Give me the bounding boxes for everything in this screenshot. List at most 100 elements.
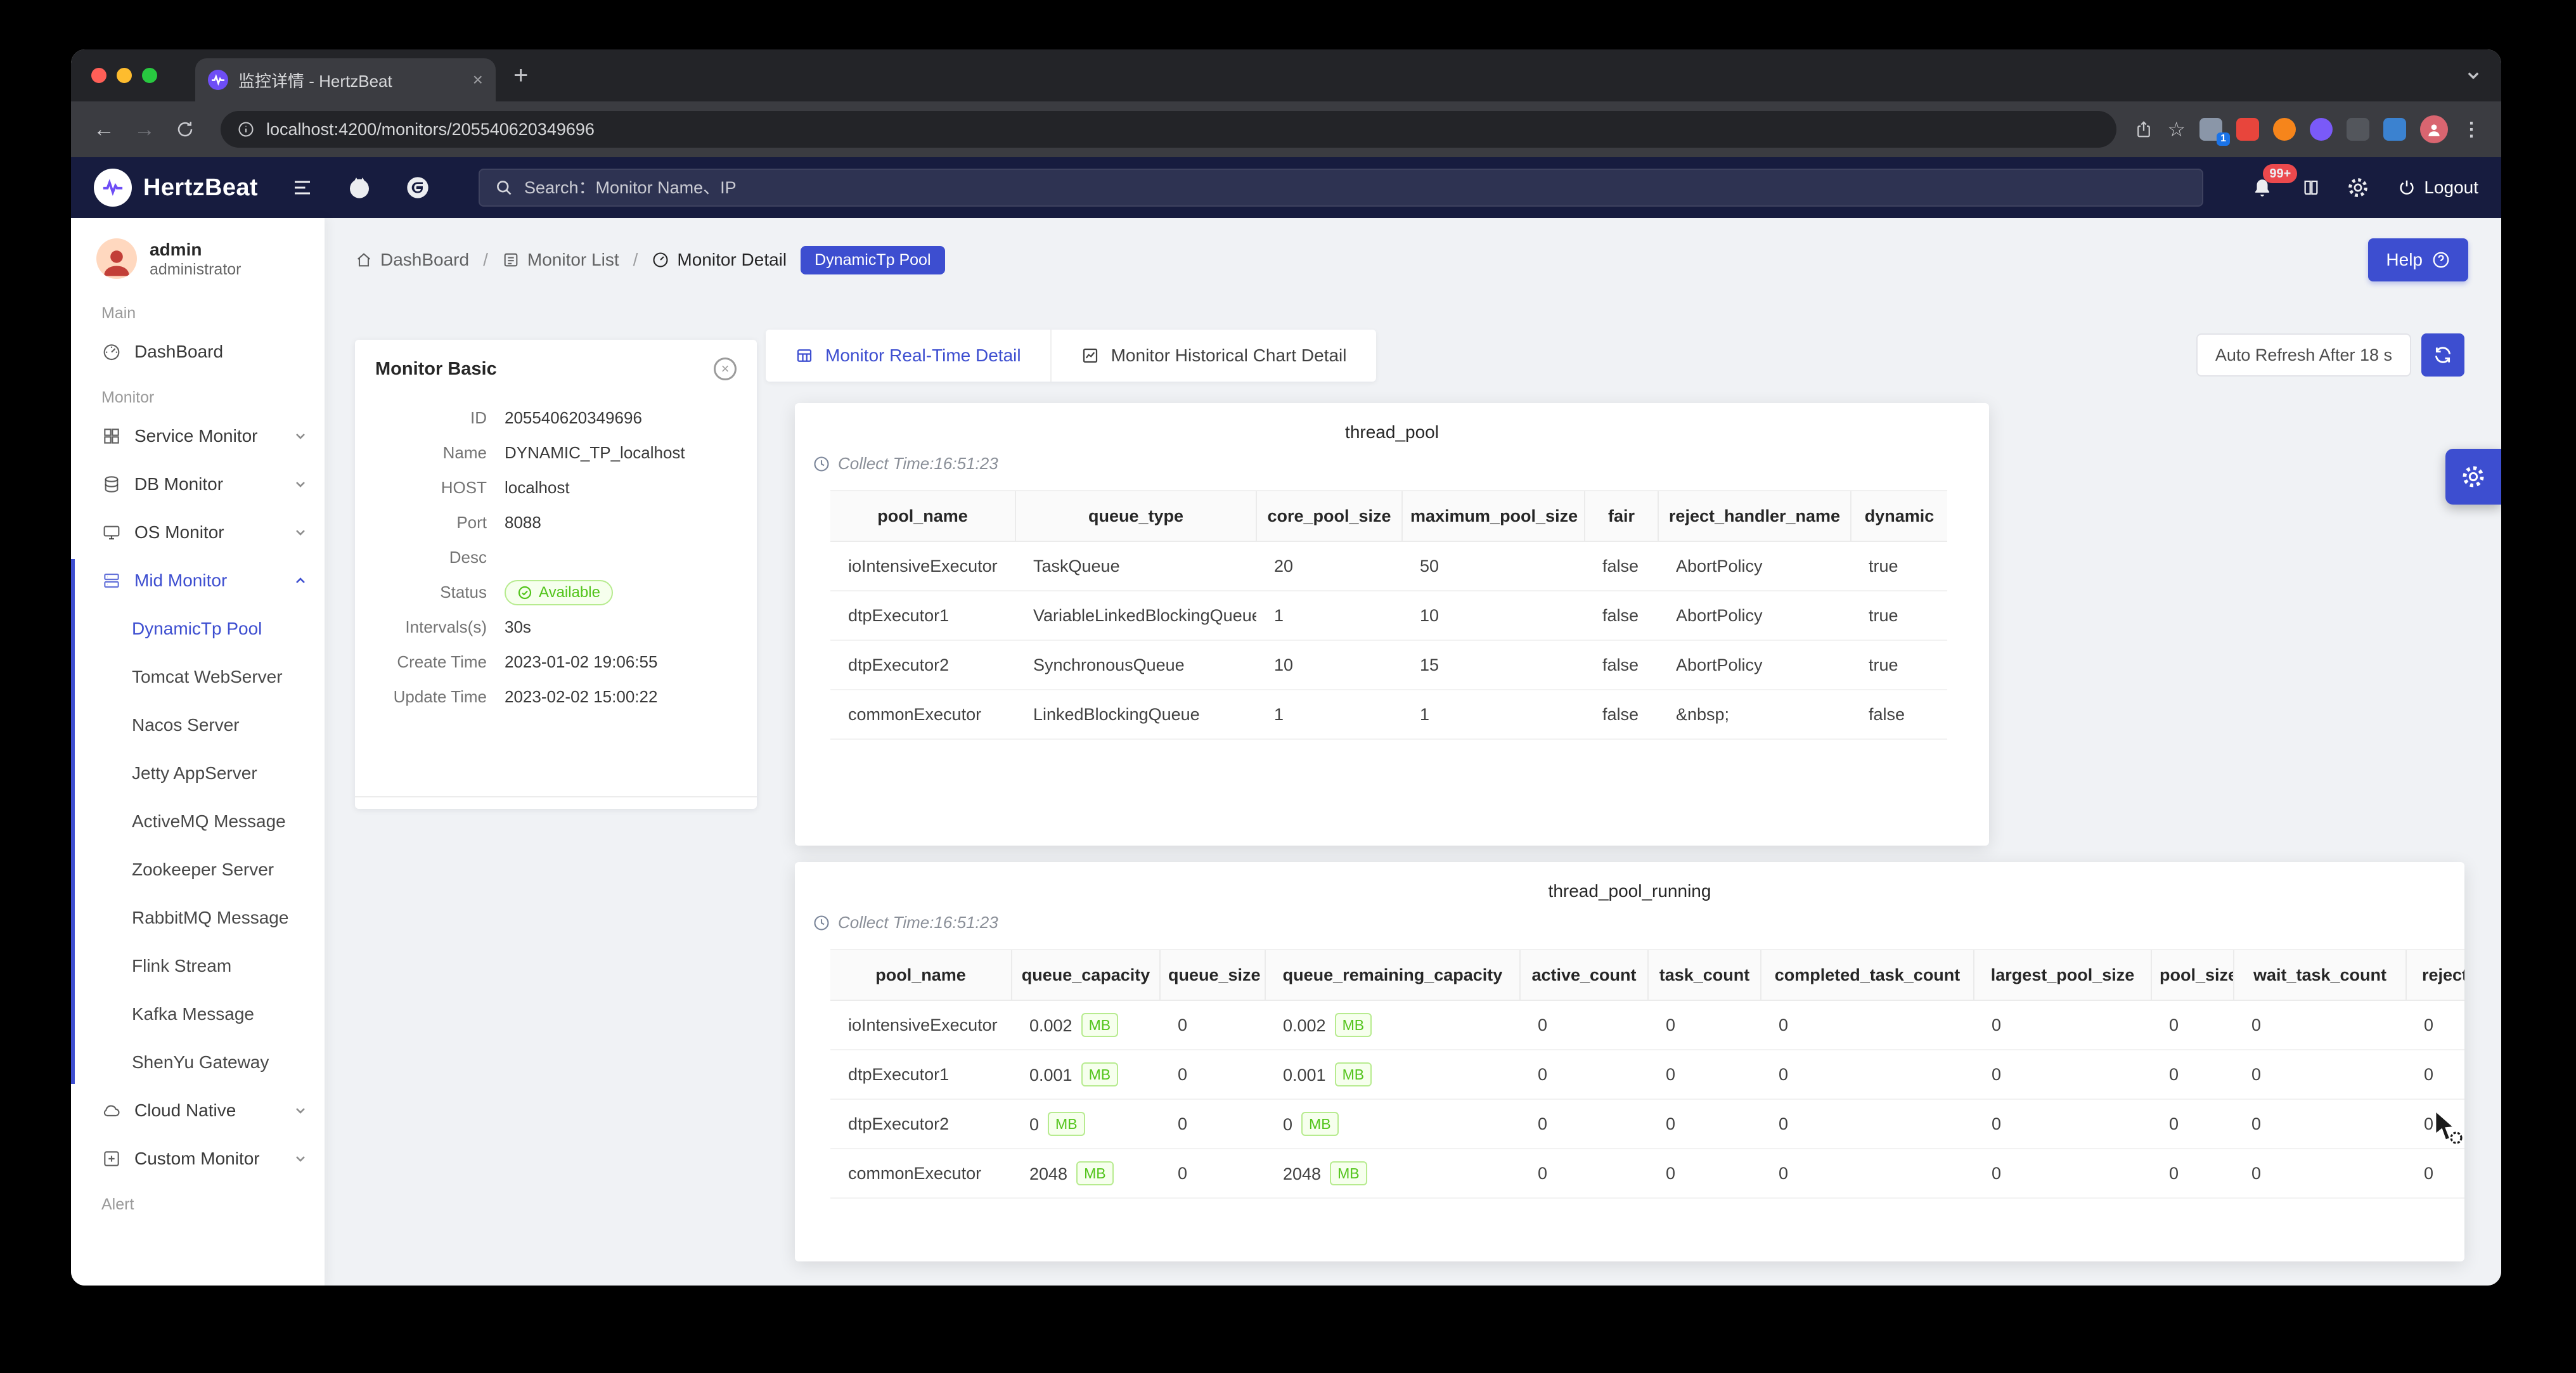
cell: 50 bbox=[1402, 541, 1585, 591]
column-header: queue_remaining_capacity bbox=[1265, 950, 1520, 1000]
logout-button[interactable]: Logout bbox=[2397, 177, 2478, 198]
browser-profile-avatar[interactable] bbox=[2420, 115, 2448, 143]
breadcrumb-dashboard[interactable]: DashBoard bbox=[355, 250, 469, 270]
metric-card-title: thread_pool bbox=[795, 403, 1989, 442]
refresh-button[interactable] bbox=[2421, 333, 2464, 377]
minimize-window-button[interactable] bbox=[117, 68, 132, 83]
url-bar[interactable]: localhost:4200/monitors/205540620349696 bbox=[221, 111, 2116, 148]
global-search[interactable] bbox=[479, 169, 2203, 207]
browser-menu-icon[interactable]: ⋮ bbox=[2462, 119, 2481, 141]
cell: true bbox=[1851, 591, 1947, 640]
bookmark-star-icon[interactable]: ☆ bbox=[2167, 117, 2186, 141]
tab-search-chevron-icon[interactable] bbox=[2466, 68, 2481, 83]
sidebar-subitem-rabbitmq[interactable]: RabbitMQ Message bbox=[71, 894, 325, 942]
thread-pool-card: thread_pool Collect Time:16:51:23 pool_n… bbox=[795, 403, 1989, 846]
cell: LinkedBlockingQueue bbox=[1015, 690, 1256, 739]
field-label: Port bbox=[375, 513, 487, 532]
user-card[interactable]: admin administrator bbox=[71, 218, 325, 292]
collect-time-label: Collect Time:16:51:23 bbox=[838, 454, 998, 474]
breadcrumb-monitor-list[interactable]: Monitor List bbox=[502, 250, 619, 270]
docs-book-icon[interactable] bbox=[2301, 177, 2321, 198]
sidebar-subitem-tomcat[interactable]: Tomcat WebServer bbox=[71, 653, 325, 701]
sidebar-item-os-monitor[interactable]: OS Monitor bbox=[71, 508, 325, 557]
cell: commonExecutor bbox=[830, 1149, 1012, 1198]
sidebar-subitem-jetty[interactable]: Jetty AppServer bbox=[71, 749, 325, 797]
tab-historical-chart[interactable]: Monitor Historical Chart Detail bbox=[1050, 330, 1376, 382]
extension-icon[interactable] bbox=[2347, 118, 2369, 141]
cell: 0 bbox=[2151, 1099, 2234, 1149]
site-info-icon[interactable] bbox=[237, 120, 255, 138]
reload-button[interactable] bbox=[167, 112, 203, 147]
sidebar-subitem-shenyu[interactable]: ShenYu Gateway bbox=[71, 1038, 325, 1086]
database-icon bbox=[101, 474, 122, 494]
desktop-icon bbox=[101, 522, 122, 543]
help-button[interactable]: Help bbox=[2368, 238, 2468, 281]
zoom-window-button[interactable] bbox=[142, 68, 157, 83]
sidebar-item-db-monitor[interactable]: DB Monitor bbox=[71, 460, 325, 508]
field-label: ID bbox=[375, 408, 487, 428]
hertzbeat-logo-icon[interactable] bbox=[94, 169, 132, 207]
back-button[interactable]: ← bbox=[86, 112, 122, 147]
table-row: dtpExecutor2 0MB 0 0MB 0 0 0 0 0 0 0 bbox=[830, 1099, 2464, 1149]
sidebar-item-service-monitor[interactable]: Service Monitor bbox=[71, 412, 325, 460]
tab-title: 监控详情 - HertzBeat bbox=[238, 68, 463, 92]
cell: 0 bbox=[1648, 1149, 1761, 1198]
metamask-extension-icon[interactable] bbox=[2273, 118, 2296, 141]
notification-bell-icon[interactable]: 99+ bbox=[2251, 177, 2273, 198]
column-header: pool_size bbox=[2151, 950, 2234, 1000]
extension-icon[interactable]: 1 bbox=[2199, 118, 2222, 141]
sidebar-subitem-zookeeper[interactable]: Zookeeper Server bbox=[71, 846, 325, 894]
sidebar-item-cloud-native[interactable]: Cloud Native bbox=[71, 1086, 325, 1135]
extension-icon[interactable] bbox=[2310, 118, 2333, 141]
tab-close-icon[interactable]: × bbox=[473, 70, 483, 90]
sidebar-item-custom-monitor[interactable]: Custom Monitor bbox=[71, 1135, 325, 1183]
cloud-icon bbox=[101, 1100, 122, 1121]
sidebar-item-label: Service Monitor bbox=[134, 426, 258, 446]
cell: 0 bbox=[2234, 1099, 2406, 1149]
cell: 0.002MB bbox=[1265, 1000, 1520, 1050]
table-row: ioIntensiveExecutorTaskQueue2050falseAbo… bbox=[830, 541, 1947, 591]
table-row: dtpExecutor1 0.001MB 0 0.001MB 0 0 0 0 0… bbox=[830, 1050, 2464, 1099]
share-icon[interactable] bbox=[2134, 120, 2153, 139]
new-tab-button[interactable]: + bbox=[513, 61, 528, 90]
cell: 0 bbox=[1160, 1099, 1265, 1149]
search-input[interactable] bbox=[524, 178, 2187, 198]
sidebar-subitem-label: Kafka Message bbox=[132, 1004, 254, 1024]
column-header: wait_task_count bbox=[2234, 950, 2406, 1000]
gear-icon bbox=[2461, 464, 2486, 489]
extension-icon[interactable] bbox=[2236, 118, 2259, 141]
settings-gear-icon[interactable] bbox=[2347, 176, 2369, 199]
sidebar-subitem-nacos[interactable]: Nacos Server bbox=[71, 701, 325, 749]
cell: 0 bbox=[1520, 1050, 1648, 1099]
sidebar-subitem-kafka[interactable]: Kafka Message bbox=[71, 990, 325, 1038]
brand-name[interactable]: HertzBeat bbox=[143, 174, 258, 202]
extension-icon[interactable] bbox=[2383, 118, 2406, 141]
forward-button[interactable]: → bbox=[127, 112, 162, 147]
chart-icon bbox=[1081, 346, 1100, 365]
tab-realtime-detail[interactable]: Monitor Real-Time Detail bbox=[766, 330, 1050, 382]
cell: ioIntensiveExecutor bbox=[830, 1000, 1012, 1050]
theme-settings-float-button[interactable] bbox=[2445, 449, 2501, 505]
app-header: HertzBeat 99+ Logout bbox=[71, 157, 2501, 218]
collapse-menu-icon[interactable] bbox=[291, 176, 314, 199]
sidebar-item-mid-monitor[interactable]: Mid Monitor bbox=[71, 557, 325, 605]
cell: 0 bbox=[1648, 1000, 1761, 1050]
unit-badge: MB bbox=[1335, 1062, 1372, 1086]
auto-refresh-label: Auto Refresh After 18 s bbox=[2215, 345, 2392, 365]
browser-tab[interactable]: 监控详情 - HertzBeat × bbox=[195, 58, 496, 101]
column-header: core_pool_size bbox=[1256, 491, 1402, 541]
sidebar-subitem-activemq[interactable]: ActiveMQ Message bbox=[71, 797, 325, 846]
auto-refresh-select[interactable]: Auto Refresh After 18 s bbox=[2196, 333, 2411, 377]
sidebar-subitem-flink[interactable]: Flink Stream bbox=[71, 942, 325, 990]
sidebar-item-dashboard[interactable]: DashBoard bbox=[71, 328, 325, 376]
close-window-button[interactable] bbox=[91, 68, 106, 83]
check-circle-icon bbox=[517, 585, 532, 600]
hertzbeat-favicon-icon bbox=[208, 70, 228, 90]
github-icon[interactable] bbox=[347, 175, 372, 200]
gitee-icon[interactable] bbox=[405, 175, 430, 200]
sidebar-subitem-dynamictp-pool[interactable]: DynamicTp Pool bbox=[71, 605, 325, 653]
browser-tab-strip: 监控详情 - HertzBeat × + bbox=[71, 49, 2501, 101]
cell: 0 bbox=[1761, 1149, 1974, 1198]
close-panel-icon[interactable]: × bbox=[714, 358, 737, 380]
cell: 0 bbox=[1974, 1000, 2151, 1050]
